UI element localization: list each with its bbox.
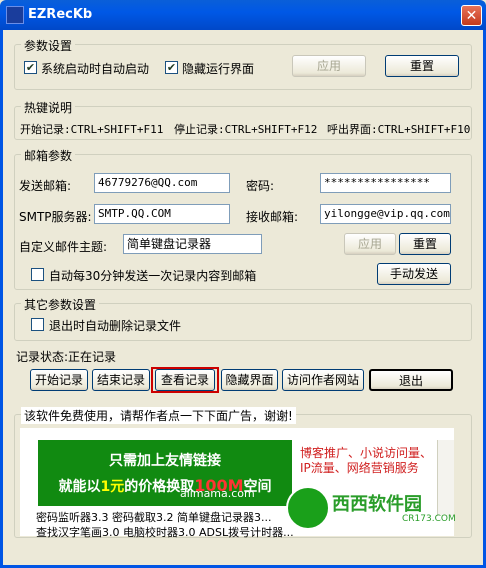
app-icon	[6, 6, 24, 24]
watermark-logo: 西西软件园 CR173.COM	[286, 486, 476, 530]
delete-on-exit-checkbox[interactable]	[31, 318, 44, 331]
hotkey-stop: 停止记录:CTRL+SHIFT+F12	[174, 123, 318, 136]
delete-on-exit-label: 退出时自动删除记录文件	[49, 319, 182, 333]
window-title: EZRecKb	[28, 7, 93, 22]
watermark-brand: 西西软件园	[332, 494, 422, 515]
stop-record-button[interactable]: 结束记录	[92, 369, 150, 391]
close-button[interactable]: ✕	[461, 5, 482, 26]
auto-send-checkbox[interactable]	[31, 268, 44, 281]
hotkeys-legend: 热键说明	[21, 99, 76, 116]
start-record-button[interactable]: 开始记录	[30, 369, 88, 391]
params-legend: 参数设置	[21, 37, 76, 54]
email-legend: 邮箱参数	[21, 147, 76, 164]
receiver-label: 接收邮箱:	[246, 210, 299, 224]
hide-ui-button[interactable]: 隐藏界面	[221, 369, 278, 391]
subject-label: 自定义邮件主题:	[19, 240, 108, 254]
password-input[interactable]: ****************	[320, 173, 451, 193]
highlight-box	[151, 367, 219, 393]
visit-author-button[interactable]: 访问作者网站	[282, 369, 364, 391]
smtp-input[interactable]: SMTP.QQ.COM	[94, 204, 230, 224]
ad-legend: 该软件免费使用，请帮作者点一下下面广告，谢谢!	[21, 407, 296, 424]
exit-button[interactable]: 退出	[369, 369, 453, 391]
sender-label: 发送邮箱:	[19, 179, 72, 193]
watermark-url: CR173.COM	[402, 514, 456, 524]
hotkey-show: 呼出界面:CTRL+SHIFT+F10	[327, 123, 471, 136]
ad-brand: alimama.com	[180, 487, 255, 500]
autostart-checkbox[interactable]: ✔	[24, 61, 37, 74]
auto-send-label: 自动每30分钟发送一次记录内容到邮箱	[49, 269, 257, 283]
password-label: 密码:	[246, 179, 275, 193]
autostart-label: 系统启动时自动启动	[41, 62, 150, 76]
ad-banner-line1: 只需加上友情链接	[109, 453, 221, 469]
params-reset-button[interactable]: 重置	[385, 55, 459, 77]
email-reset-button[interactable]: 重置	[399, 233, 451, 255]
receiver-input[interactable]: yilongge@vip.qq.com	[320, 204, 451, 224]
manual-send-button[interactable]: 手动发送	[377, 263, 451, 285]
smtp-label: SMTP服务器:	[19, 210, 92, 224]
sender-input[interactable]: 46779276@QQ.com	[94, 173, 230, 193]
email-apply-button[interactable]: 应用	[344, 233, 396, 255]
hide-ui-checkbox[interactable]: ✔	[165, 61, 178, 74]
hotkey-start: 开始记录:CTRL+SHIFT+F11	[20, 123, 164, 136]
hide-ui-label: 隐藏运行界面	[182, 62, 255, 76]
other-legend: 其它参数设置	[21, 296, 100, 313]
record-status: 记录状态:正在记录	[16, 350, 117, 364]
subject-input[interactable]: 简单键盘记录器	[123, 234, 262, 254]
ad-side-text[interactable]: 博客推广、小说访问量、IP流量、网络营销服务	[300, 446, 440, 476]
watermark-circle-icon	[286, 486, 330, 530]
params-apply-button[interactable]: 应用	[292, 55, 366, 77]
